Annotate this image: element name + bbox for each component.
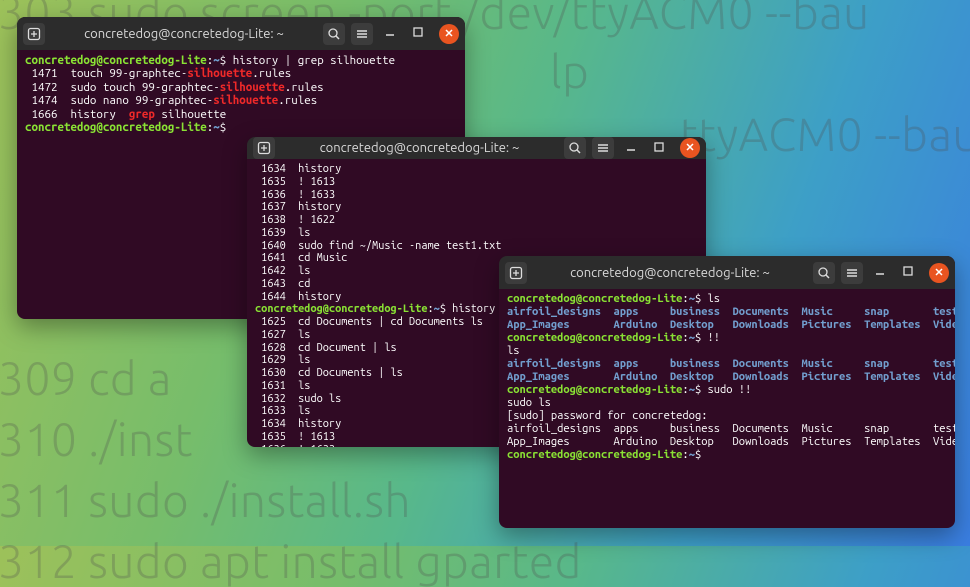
history-output-line: 1634 history — [255, 163, 698, 176]
new-tab-icon — [509, 266, 523, 280]
close-icon — [444, 27, 454, 41]
close-button[interactable] — [929, 263, 949, 283]
maximize-button[interactable] — [407, 25, 429, 42]
prompt-line[interactable]: concretedog@concretedog-Lite:~$ sudo !! — [507, 384, 947, 397]
maximize-icon — [411, 25, 425, 42]
prompt-line[interactable]: concretedog@concretedog-Lite:~$ history … — [25, 54, 457, 67]
background-history-line: lp — [550, 45, 589, 97]
background-history-line: 311 sudo ./install.sh — [0, 474, 411, 526]
prompt-line[interactable]: concretedog@concretedog-Lite:~$ — [25, 121, 457, 134]
history-output-line: 1666 history grep silhouette — [25, 108, 457, 121]
terminal-window-c[interactable]: concretedog@concretedog-Lite: ~ concrete… — [499, 256, 955, 528]
menu-button[interactable] — [592, 137, 614, 159]
history-output-line: 1474 sudo nano 99-graphtec-silhouette.ru… — [25, 94, 457, 107]
background-history-line: ttyACM0 --bau — [680, 108, 970, 160]
history-output-line: 1636 ! 1633 — [255, 189, 698, 202]
minimize-button[interactable] — [379, 25, 401, 42]
ls-output: airfoil_designs apps business Documents … — [507, 306, 947, 332]
prompt-line[interactable]: concretedog@concretedog-Lite:~$ ls — [507, 293, 947, 306]
ls-output-plain: airfoil_designs apps business Documents … — [507, 423, 947, 449]
search-icon — [568, 141, 582, 155]
hamburger-menu-icon — [845, 266, 859, 280]
close-button[interactable] — [439, 24, 459, 44]
new-tab-button[interactable] — [23, 23, 45, 45]
minimize-icon — [383, 25, 397, 42]
close-icon — [685, 141, 695, 155]
window-titlebar[interactable]: concretedog@concretedog-Lite: ~ — [17, 17, 465, 50]
background-history-line: 310 ./inst — [0, 413, 193, 465]
history-output-line: 1635 ! 1613 — [255, 176, 698, 189]
maximize-button[interactable] — [648, 140, 670, 157]
menu-button[interactable] — [351, 23, 373, 45]
search-button[interactable] — [813, 262, 835, 284]
window-title: concretedog@concretedog-Lite: ~ — [533, 266, 807, 280]
history-output-line: 1638 ! 1622 — [255, 214, 698, 227]
maximize-icon — [901, 264, 915, 281]
window-title: concretedog@concretedog-Lite: ~ — [51, 27, 317, 41]
prompt-line[interactable]: concretedog@concretedog-Lite:~$ — [507, 449, 947, 462]
new-tab-button[interactable] — [253, 137, 275, 159]
maximize-icon — [652, 140, 666, 157]
window-titlebar[interactable]: concretedog@concretedog-Lite: ~ — [499, 256, 955, 289]
history-output-line: 1639 ls — [255, 227, 698, 240]
menu-button[interactable] — [841, 262, 863, 284]
close-icon — [934, 266, 944, 280]
minimize-icon — [873, 264, 887, 281]
minimize-button[interactable] — [620, 140, 642, 157]
search-icon — [817, 266, 831, 280]
hamburger-menu-icon — [596, 141, 610, 155]
hamburger-menu-icon — [355, 27, 369, 41]
maximize-button[interactable] — [897, 264, 919, 281]
echo-output: sudo ls — [507, 397, 947, 410]
prompt-line[interactable]: concretedog@concretedog-Lite:~$ !! — [507, 332, 947, 345]
history-output-line: 1472 sudo touch 99-graphtec-silhouette.r… — [25, 81, 457, 94]
window-title: concretedog@concretedog-Lite: ~ — [281, 141, 558, 155]
search-button[interactable] — [564, 137, 586, 159]
history-output-line: 1640 sudo find ~/Music -name test1.txt — [255, 240, 698, 253]
minimize-icon — [624, 140, 638, 157]
close-button[interactable] — [680, 138, 700, 158]
search-button[interactable] — [323, 23, 345, 45]
ls-output: airfoil_designs apps business Documents … — [507, 358, 947, 384]
history-output-line: 1471 touch 99-graphtec-silhouette.rules — [25, 67, 457, 80]
echo-output: ls — [507, 345, 947, 358]
new-tab-button[interactable] — [505, 262, 527, 284]
background-history-line: 309 cd a — [0, 352, 172, 404]
background-history-line: 312 sudo apt install gparted — [0, 535, 582, 587]
terminal-body[interactable]: concretedog@concretedog-Lite:~$ lsairfoi… — [499, 289, 955, 528]
window-titlebar[interactable]: concretedog@concretedog-Lite: ~ — [247, 137, 706, 159]
sudo-prompt[interactable]: [sudo] password for concretedog: — [507, 410, 947, 423]
history-output-line: 1637 history — [255, 201, 698, 214]
new-tab-icon — [257, 141, 271, 155]
new-tab-icon — [27, 27, 41, 41]
minimize-button[interactable] — [869, 264, 891, 281]
search-icon — [327, 27, 341, 41]
